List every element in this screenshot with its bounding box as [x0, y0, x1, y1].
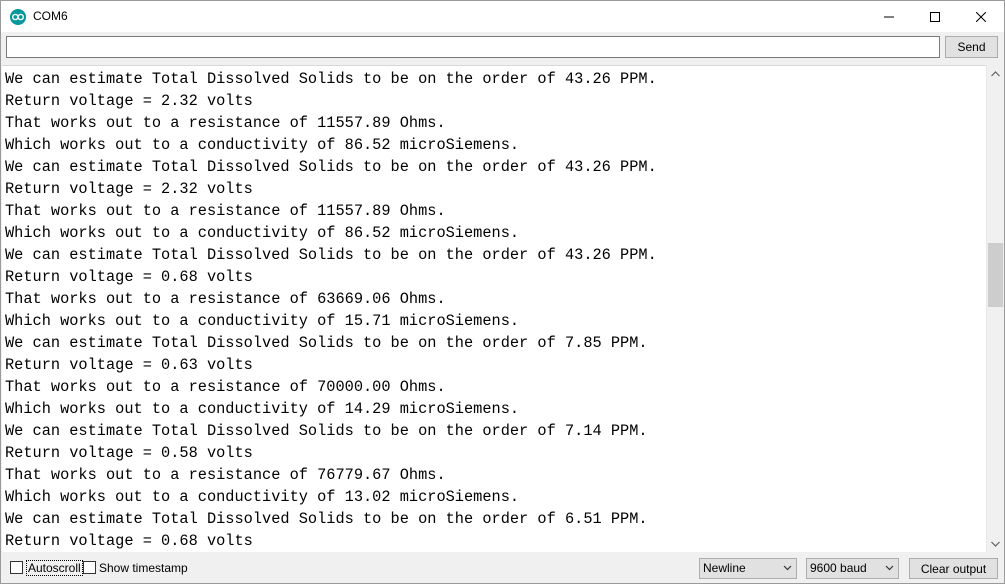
- chevron-down-icon: [991, 541, 1000, 547]
- timestamp-label[interactable]: Show timestamp: [99, 561, 188, 575]
- clear-output-button[interactable]: Clear output: [909, 558, 998, 579]
- serial-output[interactable]: We can estimate Total Dissolved Solids t…: [2, 65, 1002, 552]
- chevron-down-icon: [783, 565, 792, 571]
- output-line: Return voltage = 2.32 volts: [5, 92, 253, 110]
- chevron-down-icon: [885, 565, 894, 571]
- serial-input[interactable]: [6, 36, 940, 58]
- scroll-thumb[interactable]: [988, 243, 1003, 307]
- maximize-icon: [930, 11, 940, 22]
- scroll-up-button[interactable]: [987, 65, 1004, 82]
- minimize-icon: [884, 16, 894, 17]
- baud-rate-select[interactable]: 9600 baud: [806, 558, 899, 579]
- autoscroll-label[interactable]: Autoscroll: [26, 560, 83, 576]
- output-line: That works out to a resistance of 11557.…: [5, 202, 446, 220]
- output-line: That works out to a resistance of 63669.…: [5, 290, 446, 308]
- close-icon: [976, 11, 986, 22]
- output-line: We can estimate Total Dissolved Solids t…: [5, 158, 657, 176]
- arduino-logo-icon: [10, 9, 26, 25]
- minimize-button[interactable]: [866, 1, 912, 32]
- output-line: That works out to a resistance of 76779.…: [5, 466, 446, 484]
- output-line: Return voltage = 0.68 volts: [5, 268, 253, 286]
- output-line: We can estimate Total Dissolved Solids t…: [5, 422, 648, 440]
- autoscroll-checkbox[interactable]: [10, 561, 23, 574]
- send-row: Send: [1, 32, 1004, 63]
- output-line: Return voltage = 0.68 volts: [5, 532, 253, 550]
- output-line: Which works out to a conductivity of 86.…: [5, 224, 520, 242]
- output-line: Return voltage = 0.63 volts: [5, 356, 253, 374]
- output-line: We can estimate Total Dissolved Solids t…: [5, 510, 648, 528]
- output-line: Return voltage = 0.58 volts: [5, 444, 253, 462]
- vertical-scrollbar[interactable]: [986, 65, 1003, 552]
- output-line: Which works out to a conductivity of 15.…: [5, 312, 520, 330]
- output-line: That works out to a resistance of 70000.…: [5, 378, 446, 396]
- bottom-toolbar: Autoscroll Show timestamp Newline 9600 b…: [1, 553, 1004, 583]
- output-line: We can estimate Total Dissolved Solids t…: [5, 334, 648, 352]
- output-lines: We can estimate Total Dissolved Solids t…: [5, 68, 985, 552]
- baud-rate-value: 9600 baud: [810, 561, 867, 575]
- output-line: We can estimate Total Dissolved Solids t…: [5, 70, 657, 88]
- maximize-button[interactable]: [912, 1, 958, 32]
- serial-monitor-window: COM6 Send We can estimate Total Dissolve…: [0, 0, 1005, 584]
- output-line: That works out to a resistance of 11557.…: [5, 114, 446, 132]
- title-bar: COM6: [1, 1, 1004, 32]
- send-button[interactable]: Send: [945, 36, 998, 58]
- output-line: Return voltage = 2.32 volts: [5, 180, 253, 198]
- chevron-up-icon: [991, 70, 1000, 76]
- output-line: Which works out to a conductivity of 14.…: [5, 400, 520, 418]
- scroll-down-button[interactable]: [987, 535, 1004, 552]
- output-line: We can estimate Total Dissolved Solids t…: [5, 246, 657, 264]
- line-ending-select[interactable]: Newline: [699, 558, 797, 579]
- line-ending-value: Newline: [703, 561, 746, 575]
- window-title: COM6: [33, 9, 68, 23]
- close-button[interactable]: [958, 1, 1004, 32]
- output-line: Which works out to a conductivity of 13.…: [5, 488, 520, 506]
- output-line: Which works out to a conductivity of 86.…: [5, 136, 520, 154]
- timestamp-checkbox[interactable]: [83, 561, 96, 574]
